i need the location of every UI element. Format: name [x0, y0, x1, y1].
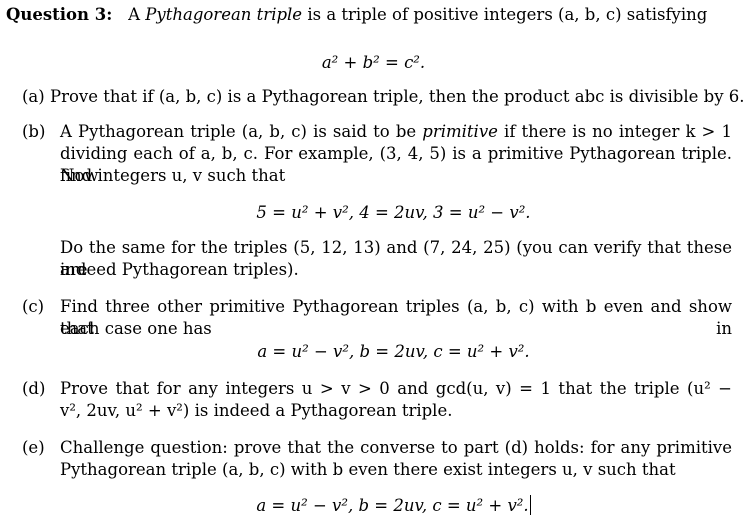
- part-d-line2: v², 2uv, u² + v²) is indeed a Pythagorea…: [60, 401, 453, 420]
- part-c-label: (c): [22, 297, 45, 316]
- part-a-label: (a): [22, 87, 45, 106]
- part-e-line1: Challenge question: prove that the conve…: [60, 438, 732, 457]
- part-d-line1: Prove that for any integers u > v > 0 an…: [60, 379, 732, 398]
- part-b-line1-prefix: A Pythagorean triple (a, b, c) is said t…: [60, 122, 423, 141]
- part-b-equation: 5 = u² + v², 4 = 2uv, 3 = u² − v².: [256, 203, 531, 222]
- part-b-line1-suffix: if there is no integer k > 1: [497, 122, 732, 141]
- part-e-label: (e): [22, 438, 45, 457]
- question-label: Question 3:: [6, 5, 113, 24]
- part-b-label: (b): [22, 122, 46, 141]
- term-primitive: primitive: [422, 122, 498, 141]
- part-a: (a) Prove that if (a, b, c) is a Pythago…: [22, 86, 745, 108]
- intro-suffix: is a triple of positive integers (a, b, …: [302, 5, 708, 24]
- question-header: Question 3: A Pythagorean triple is a tr…: [6, 4, 707, 26]
- part-d-label: (d): [22, 379, 46, 398]
- intro-prefix: A: [128, 5, 146, 24]
- part-b-line5: indeed Pythagorean triples).: [60, 260, 299, 279]
- term-pythagorean-triple: Pythagorean triple: [145, 5, 303, 24]
- text-cursor: [529, 495, 531, 515]
- pythagorean-equation: a² + b² = c².: [321, 53, 426, 72]
- part-b-line1: A Pythagorean triple (a, b, c) is said t…: [60, 121, 732, 143]
- part-c-line2: each case one has: [60, 319, 212, 338]
- part-b-line3: find integers u, v such that: [60, 166, 286, 185]
- part-c-equation: a = u² − v², b = 2uv, c = u² + v².: [257, 342, 530, 361]
- part-a-text: Prove that if (a, b, c) is a Pythagorean…: [49, 87, 745, 106]
- part-e-equation: a = u² − v², b = 2uv, c = u² + v².: [256, 496, 529, 515]
- part-e-line2: Pythagorean triple (a, b, c) with b even…: [60, 460, 676, 479]
- part-e-equation-wrap: a = u² − v², b = 2uv, c = u² + v².: [20, 495, 747, 517]
